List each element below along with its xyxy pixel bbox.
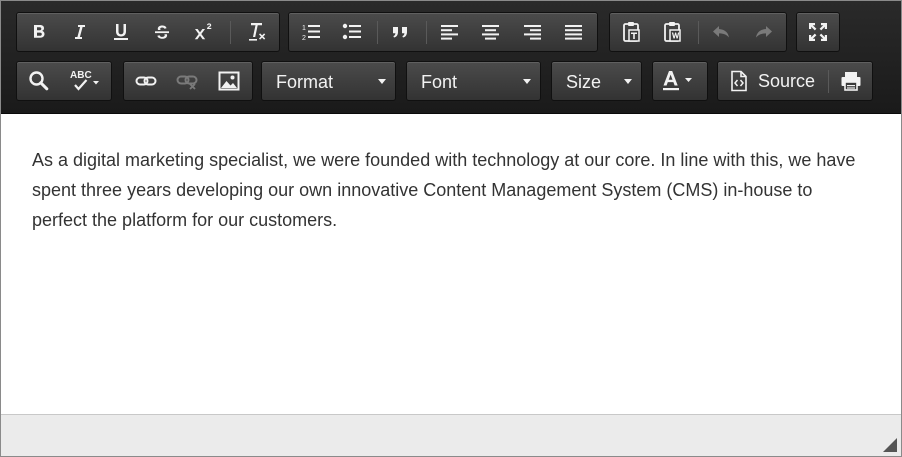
paste-word-icon — [664, 22, 681, 42]
undo-button[interactable] — [704, 13, 740, 51]
underline-icon — [114, 24, 128, 40]
strikethrough-icon — [155, 25, 169, 39]
blockquote-icon — [393, 27, 407, 38]
superscript-icon — [194, 23, 212, 40]
blockquote-button[interactable] — [383, 13, 419, 51]
paste-as-text-button[interactable] — [614, 13, 650, 51]
document-group: Source — [717, 61, 873, 101]
image-button[interactable] — [210, 62, 248, 100]
remove-format-icon — [249, 23, 266, 41]
numbered-list-icon: 1 2 — [302, 25, 320, 42]
svg-text:1: 1 — [302, 25, 306, 32]
text-color-icon — [663, 71, 692, 91]
spellcheck-button[interactable]: ABC — [61, 62, 109, 100]
print-icon — [841, 72, 861, 91]
paragraph-group: 1 2 — [288, 12, 598, 52]
resize-handle-icon[interactable] — [881, 436, 897, 452]
link-button[interactable] — [127, 62, 165, 100]
redo-icon — [756, 26, 772, 38]
bulleted-list-icon — [342, 23, 361, 40]
unlink-button[interactable] — [168, 62, 206, 100]
editing-group: ABC — [16, 61, 112, 101]
size-dropdown[interactable]: Size — [551, 61, 642, 101]
toolbar-separator — [828, 70, 829, 93]
strikethrough-button[interactable] — [144, 13, 180, 51]
format-dropdown[interactable]: Format — [261, 61, 396, 101]
insert-group — [123, 61, 253, 101]
justify-button[interactable] — [556, 13, 592, 51]
unlink-icon — [176, 75, 198, 90]
toolbar-separator — [426, 21, 427, 44]
maximize-button[interactable] — [799, 13, 837, 51]
chevron-down-icon — [378, 79, 386, 84]
align-center-icon — [482, 25, 499, 40]
toolbar-separator — [377, 21, 378, 44]
undo-icon — [713, 26, 729, 38]
align-right-icon — [524, 25, 541, 40]
spellcheck-icon: ABC — [70, 70, 99, 91]
find-button[interactable] — [20, 62, 58, 100]
format-dropdown-label: Format — [276, 72, 334, 92]
font-dropdown-label: Font — [421, 72, 458, 92]
bold-button[interactable] — [21, 13, 57, 51]
text-color-button[interactable] — [655, 62, 705, 100]
clipboard-group — [609, 12, 787, 52]
underline-button[interactable] — [103, 13, 139, 51]
content-paragraph: As a digital marketing specialist, we we… — [32, 150, 856, 230]
colors-group — [652, 61, 708, 101]
maximize-icon — [809, 23, 827, 41]
align-center-button[interactable] — [473, 13, 509, 51]
source-icon — [731, 70, 747, 92]
align-left-icon — [441, 25, 458, 40]
search-icon — [29, 71, 49, 91]
toolbar-separator — [698, 21, 699, 44]
link-icon — [135, 76, 157, 86]
tools-group — [796, 12, 840, 52]
align-left-button[interactable] — [432, 13, 468, 51]
chevron-down-icon — [523, 79, 531, 84]
source-button[interactable]: Source — [720, 62, 826, 100]
bulleted-list-button[interactable] — [334, 13, 370, 51]
italic-button[interactable] — [62, 13, 98, 51]
bold-icon — [34, 25, 45, 38]
size-dropdown-label: Size — [566, 72, 602, 92]
superscript-button[interactable] — [185, 13, 221, 51]
paste-from-word-button[interactable] — [655, 13, 691, 51]
editor-toolbar: 1 2 ABC Format Font Size Source — [1, 1, 901, 114]
print-button[interactable] — [832, 62, 870, 100]
justify-icon — [565, 25, 582, 40]
toolbar-separator — [230, 21, 231, 44]
paste-text-icon — [623, 22, 640, 42]
font-dropdown[interactable]: Font — [406, 61, 541, 101]
editor-content-area[interactable]: As a digital marketing specialist, we we… — [1, 114, 901, 414]
svg-text:ABC: ABC — [70, 70, 92, 81]
basic-styles-group — [16, 12, 280, 52]
italic-icon — [75, 25, 85, 39]
svg-text:2: 2 — [302, 35, 306, 42]
align-right-button[interactable] — [515, 13, 551, 51]
remove-format-button[interactable] — [237, 13, 277, 51]
editor-status-bar — [1, 414, 901, 456]
redo-button[interactable] — [745, 13, 781, 51]
numbered-list-button[interactable]: 1 2 — [293, 13, 329, 51]
source-button-label: Source — [758, 71, 816, 91]
image-icon — [218, 71, 240, 91]
chevron-down-icon — [624, 79, 632, 84]
rich-text-editor: 1 2 ABC Format Font Size Source As a dig… — [0, 0, 902, 457]
